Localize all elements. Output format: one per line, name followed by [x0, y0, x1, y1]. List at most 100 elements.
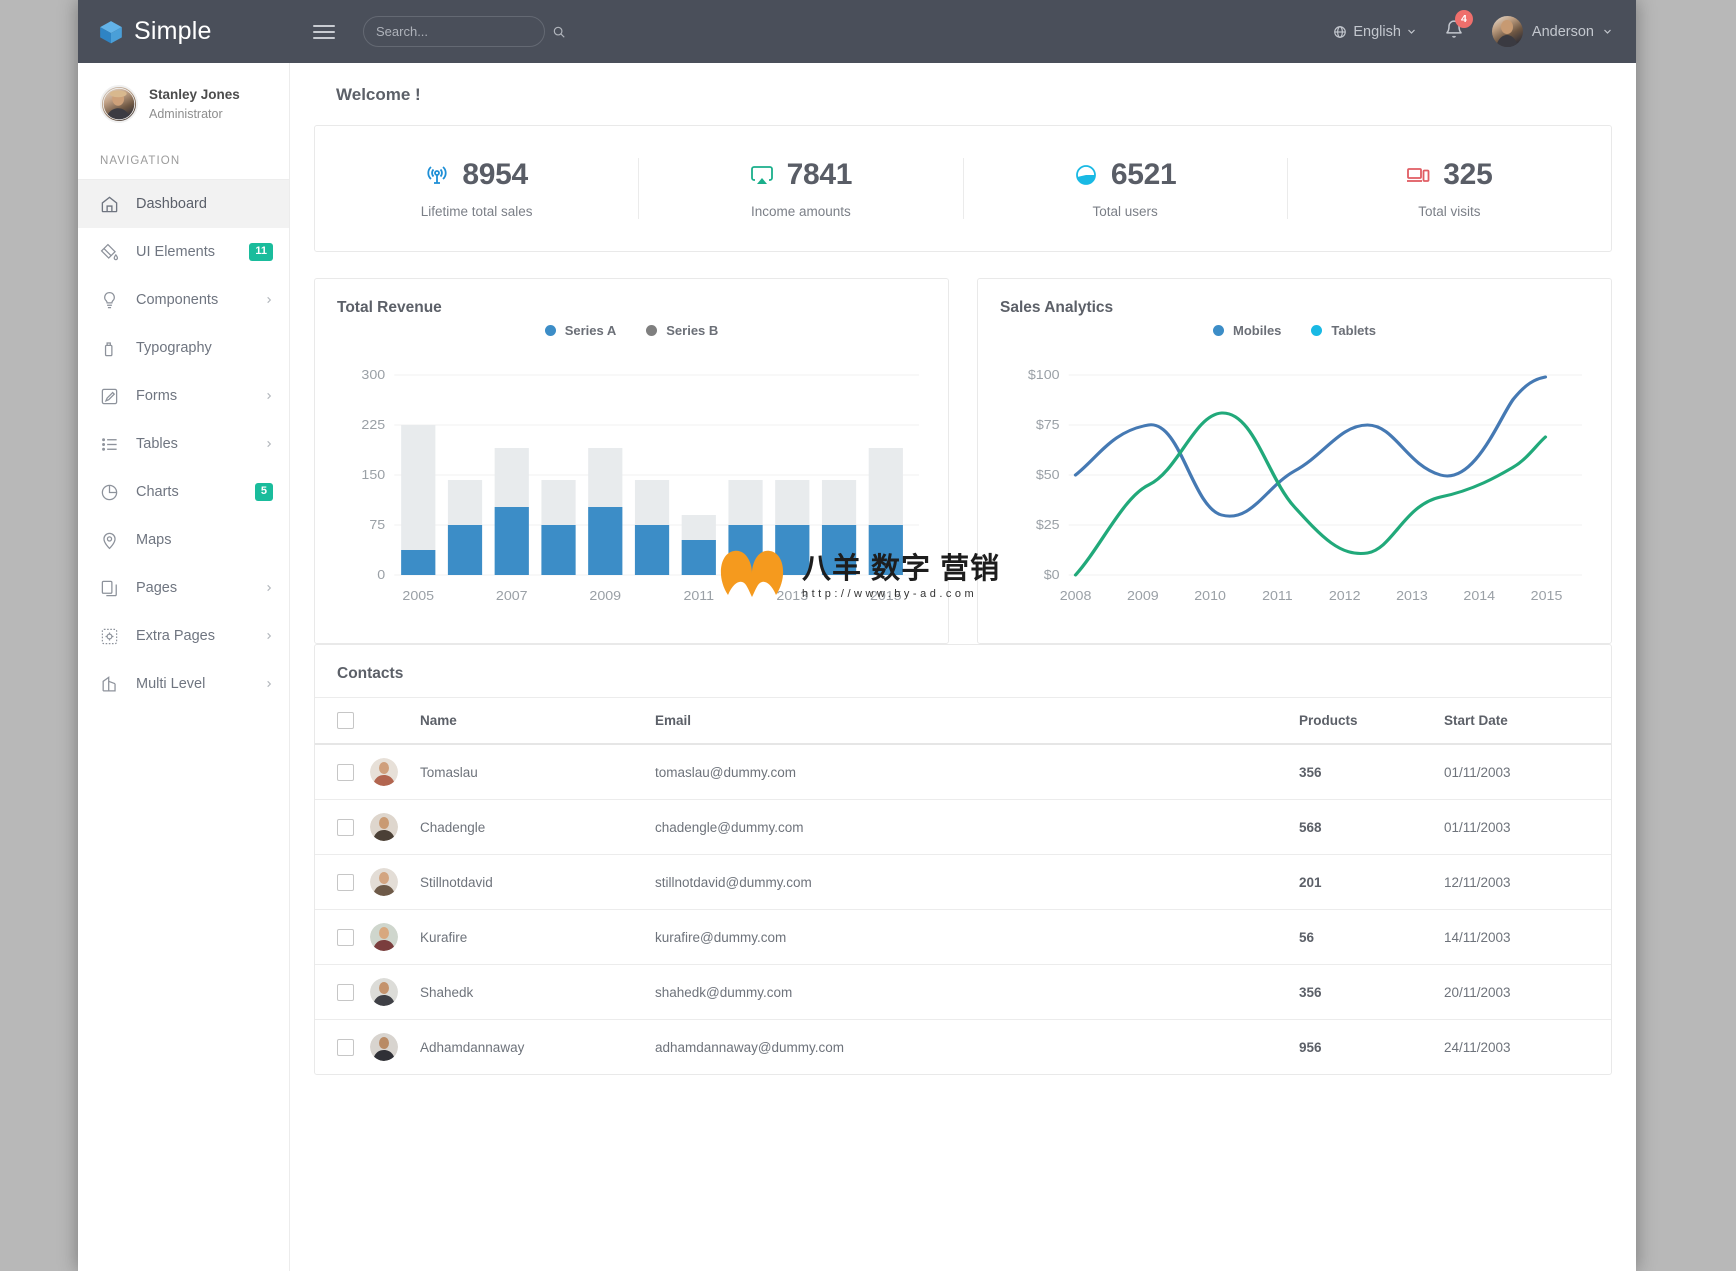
cell-name: Chadengle: [412, 799, 647, 855]
sidebar-item-typography[interactable]: Typography: [78, 324, 289, 372]
total-revenue-chart-card: Total Revenue Series A Series B 300 225 …: [314, 278, 949, 644]
legend-label: Mobiles: [1233, 323, 1282, 338]
search-icon[interactable]: [552, 25, 566, 39]
row-select-cell: [315, 744, 362, 800]
contacts-title: Contacts: [337, 665, 404, 682]
row-avatar-cell: [362, 1020, 412, 1075]
stat-value: 6521: [1110, 158, 1177, 191]
spray-icon: [104, 341, 116, 356]
cell-products: 201: [1291, 854, 1436, 910]
cell-email: tomaslau@dummy.com: [647, 744, 1291, 800]
sales-analytics-chart-card: Sales Analytics Mobiles Tablets $100 $75…: [977, 278, 1612, 644]
table-row[interactable]: Kurafire kurafire@dummy.com 56 14/11/200…: [315, 909, 1611, 965]
stat-value: 8954: [462, 158, 528, 191]
legend-item-series-b[interactable]: Series B: [646, 323, 718, 338]
avatar: [370, 978, 398, 1006]
legend-item-mobiles[interactable]: Mobiles: [1213, 323, 1281, 338]
svg-text:2015: 2015: [1531, 589, 1563, 603]
svg-text:2011: 2011: [1262, 589, 1293, 603]
sidebar-item-tables[interactable]: Tables: [78, 420, 289, 468]
column-header-email: Email: [647, 697, 1291, 745]
sidebar-item-label: Charts: [136, 484, 179, 500]
cell-products: 568: [1291, 799, 1436, 855]
chevron-right-icon: [267, 632, 272, 640]
table-row[interactable]: Tomaslau tomaslau@dummy.com 356 01/11/20…: [315, 744, 1611, 800]
chart-legend: Series A Series B: [335, 323, 928, 338]
legend-item-series-a[interactable]: Series A: [544, 323, 617, 338]
cell-email: shahedk@dummy.com: [647, 964, 1291, 1020]
sidebar-profile[interactable]: Stanley Jones Administrator: [78, 63, 289, 133]
sidebar-item-extra-pages[interactable]: Extra Pages: [78, 612, 289, 660]
search-box[interactable]: [363, 16, 565, 47]
sidebar-item-maps[interactable]: Maps: [78, 516, 289, 564]
share-icon: [102, 675, 116, 691]
brand-logo[interactable]: Simple: [78, 17, 290, 46]
row-checkbox[interactable]: [337, 928, 354, 946]
sidebar-item-forms[interactable]: Forms: [78, 372, 289, 420]
user-menu[interactable]: Anderson: [1491, 16, 1612, 47]
select-all-checkbox[interactable]: [337, 712, 354, 729]
svg-text:$0: $0: [1044, 568, 1060, 582]
row-checkbox[interactable]: [337, 873, 354, 891]
avatar: [1491, 16, 1523, 47]
svg-text:$50: $50: [1036, 468, 1060, 482]
bar-chart-svg: 300 225 150 75 0 2005 2007 2009 2011 201…: [361, 368, 919, 603]
nav-list: Dashboard UI Elements 11 Components Typo…: [78, 179, 289, 708]
svg-text:2008: 2008: [1060, 589, 1092, 603]
row-checkbox[interactable]: [337, 818, 354, 836]
svg-text:2009: 2009: [1127, 589, 1159, 603]
sidebar-item-components[interactable]: Components: [78, 276, 289, 324]
row-checkbox[interactable]: [337, 763, 354, 781]
airplay-icon: [750, 166, 773, 184]
table-row[interactable]: Shahedk shahedk@dummy.com 356 20/11/2003: [315, 964, 1611, 1020]
svg-text:2009: 2009: [589, 589, 621, 603]
svg-text:2007: 2007: [496, 589, 528, 603]
sidebar-item-dashboard[interactable]: Dashboard: [78, 180, 289, 228]
sidebar-item-label: Tables: [136, 436, 178, 452]
search-input[interactable]: [376, 24, 552, 39]
legend-label: Series A: [564, 323, 617, 338]
cell-name: Stillnotdavid: [412, 854, 647, 910]
row-checkbox[interactable]: [337, 983, 354, 1001]
cell-name: Kurafire: [412, 909, 647, 965]
legend-label: Tablets: [1331, 323, 1376, 338]
sidebar-item-label: UI Elements: [136, 244, 215, 260]
sidebar-item-charts[interactable]: Charts 5: [78, 468, 289, 516]
stat-lifetime-total-sales: 8954 Lifetime total sales: [315, 158, 640, 219]
cell-email: adhamdannaway@dummy.com: [655, 1039, 845, 1055]
svg-text:2011: 2011: [683, 589, 714, 603]
profile-role: Administrator: [149, 106, 223, 121]
chevron-right-icon: [267, 680, 272, 688]
cell-email: chadengle@dummy.com: [647, 799, 1291, 855]
svg-text:2005: 2005: [402, 589, 434, 603]
sidebar-item-label: Multi Level: [136, 676, 206, 692]
top-right-actions: English 4 Anderson: [1333, 0, 1612, 63]
stat-label: Total visits: [1418, 204, 1481, 219]
sidebar-item-ui-elements[interactable]: UI Elements 11: [78, 228, 289, 276]
legend-dot-icon: [1311, 325, 1323, 336]
language-selector[interactable]: English: [1333, 24, 1416, 40]
stat-total-visits: 325 Total visits: [1288, 158, 1611, 219]
row-select-cell: [315, 909, 362, 965]
row-checkbox[interactable]: [337, 1038, 354, 1056]
stat-total-users: 6521 Total users: [964, 158, 1288, 219]
table-row[interactable]: Stillnotdavid stillnotdavid@dummy.com 20…: [315, 854, 1611, 910]
chevron-right-icon: [267, 296, 272, 304]
user-name: Anderson: [1531, 23, 1594, 40]
row-select-cell: [315, 964, 362, 1020]
sidebar-item-label: Pages: [136, 580, 178, 596]
stat-label: Income amounts: [750, 204, 851, 219]
sidebar-badge: 11: [249, 243, 273, 261]
notifications-button[interactable]: 4: [1444, 9, 1473, 45]
paint-bucket-icon: [100, 243, 119, 260]
row-avatar-cell: [362, 799, 412, 855]
legend-item-tablets[interactable]: Tablets: [1311, 323, 1376, 338]
sidebar-item-pages[interactable]: Pages: [78, 564, 289, 612]
table-row[interactable]: Chadengle chadengle@dummy.com 568 01/11/…: [315, 799, 1611, 855]
globe-icon: [1334, 25, 1347, 38]
table-row[interactable]: Adhamdannaway adhamdannaway@dummy.com 95…: [315, 1020, 1611, 1075]
sidebar-item-multi-level[interactable]: Multi Level: [78, 660, 289, 708]
sidebar-item-label: Dashboard: [136, 196, 207, 212]
cell-products: 356: [1291, 964, 1436, 1020]
hamburger-icon[interactable]: [313, 24, 335, 39]
